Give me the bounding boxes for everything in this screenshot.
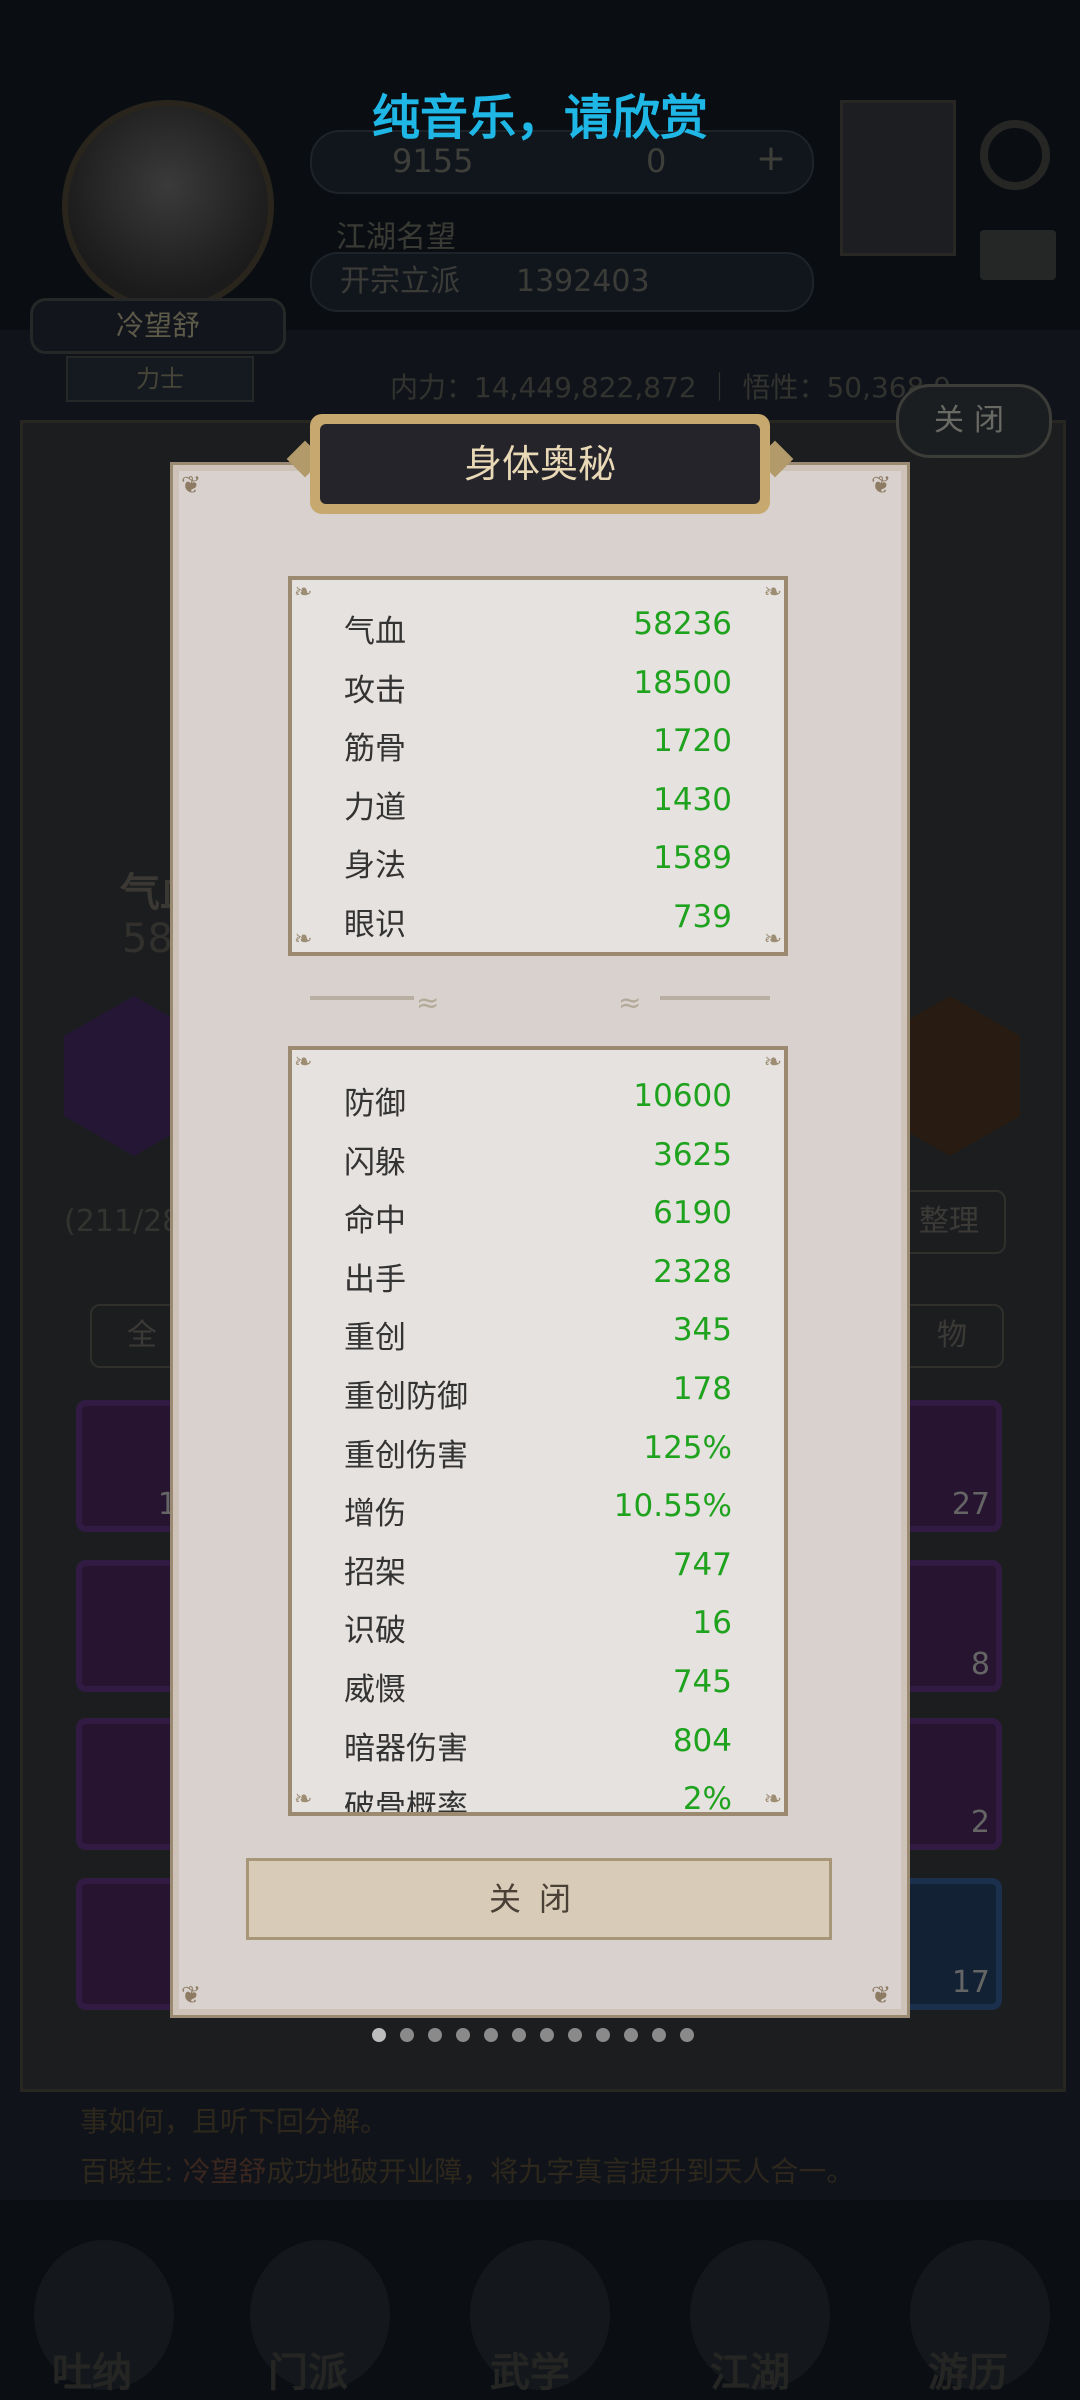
stat-name: 气血 xyxy=(344,614,406,650)
stat-value: 10.55% xyxy=(613,1488,732,1525)
page-dot[interactable] xyxy=(372,2028,386,2042)
divider-ornament: ≈ xyxy=(618,986,642,1019)
divider xyxy=(660,996,770,1000)
page-dot[interactable] xyxy=(680,2028,694,2042)
stat-row: 增伤 10.55% xyxy=(292,1476,784,1535)
music-banner: 纯音乐，请欣赏 xyxy=(371,90,708,146)
corner-ornament: ❦ xyxy=(181,1981,202,2009)
corner-ornament: ❦ xyxy=(871,471,892,499)
stat-row: 重创防御 178 xyxy=(292,1359,784,1418)
stat-value: 2328 xyxy=(653,1253,732,1290)
stat-name: 威慑 xyxy=(344,1671,406,1708)
corner-ornament: ❦ xyxy=(871,1981,892,2009)
stat-row: 重创伤害 125% xyxy=(292,1418,784,1477)
stat-name: 闪躲 xyxy=(344,1144,406,1181)
stat-row: 身法 1589 xyxy=(292,828,784,887)
page-dot[interactable] xyxy=(540,2028,554,2042)
divider xyxy=(310,996,414,1000)
stat-name: 力道 xyxy=(344,789,406,826)
stat-value: 16 xyxy=(692,1605,732,1642)
page-dot[interactable] xyxy=(456,2028,470,2042)
stat-value: 58236 xyxy=(633,606,732,642)
stat-value: 745 xyxy=(672,1663,732,1700)
stat-name: 身法 xyxy=(344,848,406,885)
stat-row: 重创 345 xyxy=(292,1300,784,1359)
stat-row: 闪躲 3625 xyxy=(292,1125,784,1184)
page-dot[interactable] xyxy=(624,2028,638,2042)
stat-name: 出手 xyxy=(344,1261,406,1298)
stat-name: 暗器伤害 xyxy=(344,1730,468,1767)
advanced-stats-box: ❧ ❧ ❧ ❧ 防御 10600 闪躲 3625 命中 6190 出手 2328 重创 345 重创… xyxy=(288,1046,788,1816)
dialog-close-button[interactable]: 关闭 xyxy=(246,1858,832,1940)
stat-name: 眼识 xyxy=(344,906,406,943)
page-dot[interactable] xyxy=(652,2028,666,2042)
stat-value: 1430 xyxy=(653,781,732,818)
stat-row: 招架 747 xyxy=(292,1535,784,1594)
stat-value: 3625 xyxy=(653,1136,732,1173)
stat-value: 804 xyxy=(672,1722,732,1759)
stat-row: 力道 1430 xyxy=(292,770,784,829)
stat-name: 招架 xyxy=(344,1554,406,1591)
stat-row: 识破 16 xyxy=(292,1593,784,1652)
stat-value: 2% xyxy=(682,1781,732,1816)
stat-name: 重创防御 xyxy=(344,1378,468,1415)
stat-value: 747 xyxy=(672,1546,732,1583)
page-dot[interactable] xyxy=(596,2028,610,2042)
stat-name: 重创 xyxy=(344,1320,406,1357)
stat-name: 防御 xyxy=(344,1086,406,1122)
stat-value: 178 xyxy=(672,1370,732,1407)
stat-value: 1720 xyxy=(653,723,732,760)
stat-row: 出手 2328 xyxy=(292,1242,784,1301)
stat-row: 筋骨 1720 xyxy=(292,711,784,770)
corner-ornament: ❦ xyxy=(181,471,202,499)
divider-ornament: ≈ xyxy=(416,986,440,1019)
stat-row: 命中 6190 xyxy=(292,1183,784,1242)
basic-stats-box: ❧ ❧ ❧ ❧ 气血 58236 攻击 18500 筋骨 1720 力道 1430 身法 1589… xyxy=(288,576,788,956)
stat-name: 增伤 xyxy=(344,1496,406,1533)
page-dot[interactable] xyxy=(484,2028,498,2042)
stat-name: 攻击 xyxy=(344,672,406,709)
stat-row: 眼识 739 xyxy=(292,887,784,946)
page-dot[interactable] xyxy=(512,2028,526,2042)
stat-name: 命中 xyxy=(344,1203,406,1240)
stat-name: 识破 xyxy=(344,1613,406,1650)
stat-value: 18500 xyxy=(633,664,732,701)
stat-value: 1589 xyxy=(653,840,732,877)
stat-value: 10600 xyxy=(633,1078,732,1114)
stat-row: 暗器伤害 804 xyxy=(292,1711,784,1770)
stat-value: 345 xyxy=(672,1312,732,1349)
stat-row: 防御 10600 xyxy=(292,1066,784,1125)
stat-row: 气血 58236 xyxy=(292,594,784,653)
page-dot[interactable] xyxy=(568,2028,582,2042)
stat-value: 125% xyxy=(643,1429,732,1466)
stat-value: 6190 xyxy=(653,1195,732,1232)
stat-name: 筋骨 xyxy=(344,731,406,768)
stat-name: 重创伤害 xyxy=(344,1437,468,1474)
stat-value: 739 xyxy=(672,898,732,935)
page-dot[interactable] xyxy=(428,2028,442,2042)
stat-name: 破骨概率 xyxy=(344,1789,468,1816)
page-indicator xyxy=(372,2028,712,2046)
dialog-title: 身体奥秘 xyxy=(320,424,760,504)
stat-row: 威慑 745 xyxy=(292,1652,784,1711)
stat-row: 破骨概率 2% xyxy=(292,1769,784,1816)
stat-row: 攻击 18500 xyxy=(292,653,784,712)
page-dot[interactable] xyxy=(400,2028,414,2042)
